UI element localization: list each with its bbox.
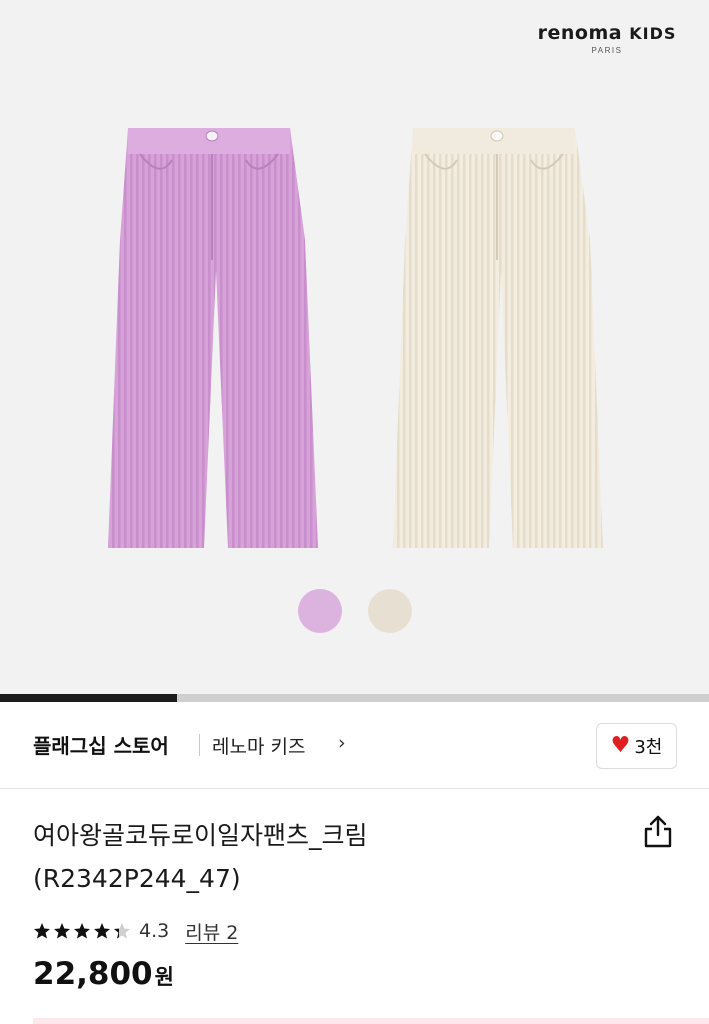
brand-logo: renoma KIDS PARIS [534,22,680,55]
chevron-right-icon[interactable]: › [338,732,346,754]
brand-subtitle: PARIS [591,46,623,55]
currency: 원 [154,965,174,989]
pink-pants-image [108,128,318,548]
price: 22,800 [33,956,153,992]
rating-stars [33,922,131,940]
product-title-line1: 여아왕골코듀로이일자팬츠_크림 [33,821,368,850]
star-icon [54,923,70,939]
product-title: 여아왕골코듀로이일자팬츠_크림 (R2342P244_47) [33,814,613,900]
share-icon[interactable] [640,813,676,851]
price-row: 22,800 원 [33,956,174,992]
like-button[interactable]: ♥ 3천 [596,723,677,769]
store-divider [199,734,200,756]
gallery-progress-fill [0,694,178,702]
color-swatch-pink[interactable] [298,589,342,633]
star-icon [34,923,50,939]
rating-row: 4.3 리뷰 2 [33,916,238,946]
cream-pants-image [393,128,603,548]
review-link[interactable]: 리뷰 2 [185,918,238,945]
flagship-store-label: 플래그십 스토어 [33,734,169,758]
star-icon [74,923,90,939]
bottom-banner-edge [33,1018,709,1024]
gallery-progress-bar [0,694,709,702]
color-swatch-cream[interactable] [368,589,412,633]
heart-icon: ♥ [610,733,631,758]
divider [0,788,709,789]
rating-value: 4.3 [139,920,170,942]
brand-kids: KIDS [629,24,677,43]
like-count: 3천 [634,737,663,758]
store-row: 플래그십 스토어 레노마 키즈 › ♥ 3천 [0,716,709,776]
product-title-line2: (R2342P244_47) [33,864,241,893]
store-name-link[interactable]: 레노마 키즈 [212,732,305,759]
star-icon [114,923,130,939]
product-image-gallery[interactable]: renoma KIDS PARIS [0,0,709,694]
star-icon [94,923,110,939]
brand-name: renoma [537,22,623,44]
